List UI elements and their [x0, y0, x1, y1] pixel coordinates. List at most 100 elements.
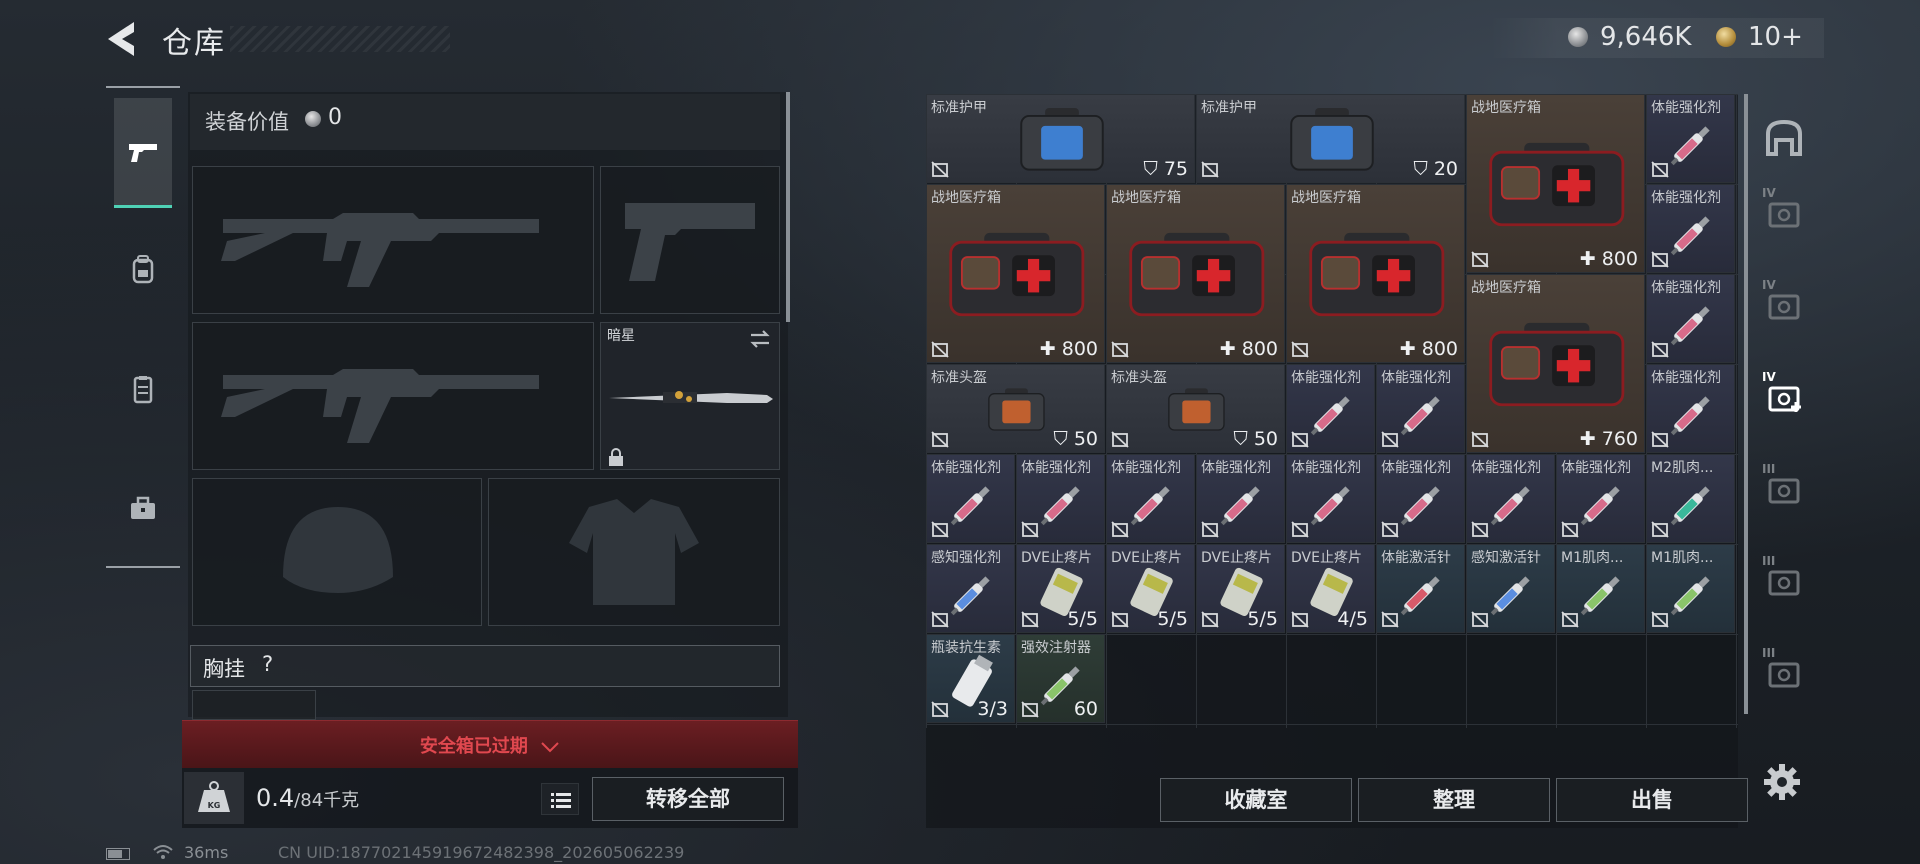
item-value: 5/5	[1157, 608, 1188, 630]
gold-amount[interactable]: 10+	[1748, 22, 1803, 52]
stash-item[interactable]: 体能强化剂	[1646, 94, 1735, 183]
stash-item[interactable]: 体能强化剂	[1556, 454, 1645, 543]
stash-item[interactable]: 强效注射器 60	[1016, 634, 1105, 723]
list-view-button[interactable]	[541, 783, 579, 815]
stash-tab[interactable]: IV	[1762, 186, 1806, 230]
armor-silhouette-icon	[569, 499, 699, 605]
stash-item[interactable]: 标准头盔 ⛉ 50	[1106, 364, 1285, 453]
item-value-text: 800	[1421, 338, 1458, 360]
organize-button[interactable]: 整理	[1358, 778, 1550, 822]
helmet-bag-icon	[988, 388, 1045, 431]
stash-item[interactable]: 战地医疗箱 ✚ 800	[1286, 184, 1465, 363]
stash-scrollbar[interactable]	[1744, 94, 1748, 714]
stash-item[interactable]: 体能强化剂	[1466, 454, 1555, 543]
stash-item[interactable]: 感知激活针	[1466, 544, 1555, 633]
stash-item[interactable]: 标准护甲 ⛉ 20	[1196, 94, 1465, 183]
stash-item[interactable]: 体能强化剂	[1106, 454, 1195, 543]
item-value: 5/5	[1247, 608, 1278, 630]
case-tab-icon	[1768, 386, 1801, 412]
stash-item[interactable]: 体能强化剂	[1646, 184, 1735, 273]
item-value: ⛉ 75	[1144, 158, 1188, 180]
stash-item[interactable]: 体能强化剂	[1646, 364, 1735, 453]
rifle-silhouette-icon	[221, 369, 539, 443]
stash-item[interactable]: DVE止疼片 4/5	[1286, 544, 1375, 633]
stash-item[interactable]: DVE止疼片 5/5	[1196, 544, 1285, 633]
no-insure-icon	[1471, 611, 1489, 628]
stash-tab[interactable]: IV	[1762, 278, 1806, 322]
stash-item[interactable]: 战地医疗箱 ✚ 800	[926, 184, 1105, 363]
chest-rig-row[interactable]	[190, 645, 780, 687]
sell-button[interactable]: 出售	[1556, 778, 1748, 822]
stash-item[interactable]: M1肌肉...	[1556, 544, 1645, 633]
stash-tab[interactable]: III	[1762, 646, 1806, 690]
category-backpack[interactable]	[114, 214, 172, 324]
helmet-slot[interactable]	[192, 478, 482, 626]
svg-text:KG: KG	[208, 801, 221, 810]
stash-item[interactable]: 体能强化剂	[1286, 364, 1375, 453]
stash-tab-main[interactable]	[1762, 116, 1806, 160]
item-name: 体能强化剂	[1651, 280, 1721, 296]
stash-item[interactable]: 体能强化剂	[1196, 454, 1285, 543]
category-weapons[interactable]	[114, 98, 172, 208]
stash-tab[interactable]: III	[1762, 462, 1806, 506]
swap-icon[interactable]	[747, 329, 773, 349]
melee-slot[interactable]: 暗星	[600, 322, 780, 470]
chest-rig-help-button[interactable]: ?	[262, 652, 273, 676]
stash-item[interactable]: 感知强化剂	[926, 544, 1015, 633]
transfer-all-button[interactable]: 转移全部	[592, 777, 784, 821]
stash-item[interactable]: 战地医疗箱 ✚ 760	[1466, 274, 1645, 453]
stash-item[interactable]: M2肌肉...	[1646, 454, 1735, 543]
armor-slot[interactable]	[488, 478, 780, 626]
syringe-icon	[1670, 305, 1710, 345]
no-insure-icon	[1291, 431, 1309, 448]
settings-button[interactable]	[1762, 762, 1802, 802]
stash-item[interactable]: 体能强化剂	[926, 454, 1015, 543]
stash-item[interactable]: 瓶装抗生素 3/3	[926, 634, 1015, 723]
stash-item[interactable]: 体能强化剂	[1646, 274, 1735, 363]
category-chest-rig[interactable]	[114, 334, 172, 444]
primary-weapon-slot[interactable]	[192, 166, 594, 314]
gold-coin-icon	[1716, 27, 1736, 47]
weight-max: /84千克	[294, 790, 360, 811]
stash-item[interactable]: 体能强化剂	[1376, 364, 1465, 453]
no-insure-icon	[931, 341, 949, 358]
sidearm-slot[interactable]	[600, 166, 780, 314]
no-insure-icon	[1651, 521, 1669, 538]
weight-current: 0.4	[256, 784, 295, 812]
heal-icon: ✚	[1399, 338, 1422, 360]
item-name: 战地医疗箱	[931, 190, 1001, 206]
stash-tab[interactable]: IV	[1762, 370, 1806, 414]
no-insure-icon	[1651, 161, 1669, 178]
stash-item[interactable]: 战地医疗箱 ✚ 800	[1106, 184, 1285, 363]
stash-tab[interactable]: III	[1762, 554, 1806, 598]
box-tab-icon	[1768, 570, 1800, 596]
stash-item[interactable]: 标准护甲 ⛉ 75	[926, 94, 1195, 183]
warehouse-icon	[1766, 119, 1802, 156]
stash-item[interactable]: 体能强化剂	[1286, 454, 1375, 543]
silver-amount[interactable]: 9,646K	[1600, 22, 1691, 52]
stash-item[interactable]: 标准头盔 ⛉ 50	[926, 364, 1105, 453]
back-button[interactable]	[104, 18, 150, 60]
stash-item[interactable]: 体能强化剂	[1376, 454, 1465, 543]
equipment-scrollbar[interactable]	[786, 92, 790, 322]
secondary-weapon-slot[interactable]	[192, 322, 594, 470]
battery-level	[108, 850, 122, 858]
first-aid-kit-icon	[1489, 323, 1624, 407]
backpack-icon	[132, 255, 154, 284]
stash-item[interactable]: 体能激活针	[1376, 544, 1465, 633]
pistol-icon	[129, 143, 157, 162]
stash-item[interactable]: DVE止疼片 5/5	[1106, 544, 1195, 633]
stash-item[interactable]: M1肌肉...	[1646, 544, 1735, 633]
category-case[interactable]	[114, 454, 172, 564]
collection-button[interactable]: 收藏室	[1160, 778, 1352, 822]
pistol-silhouette-icon	[625, 203, 755, 281]
item-value: ✚ 800	[1220, 338, 1278, 360]
item-name: DVE止疼片	[1201, 550, 1272, 566]
chest-rig-slot[interactable]	[192, 690, 316, 720]
silver-coin-icon	[305, 111, 321, 127]
stash-item[interactable]: 战地医疗箱 ✚ 800	[1466, 94, 1645, 273]
no-insure-icon	[1291, 521, 1309, 538]
stash-item[interactable]: DVE止疼片 5/5	[1016, 544, 1105, 633]
stash-item[interactable]: 体能强化剂	[1016, 454, 1105, 543]
item-name: 战地医疗箱	[1471, 280, 1541, 296]
